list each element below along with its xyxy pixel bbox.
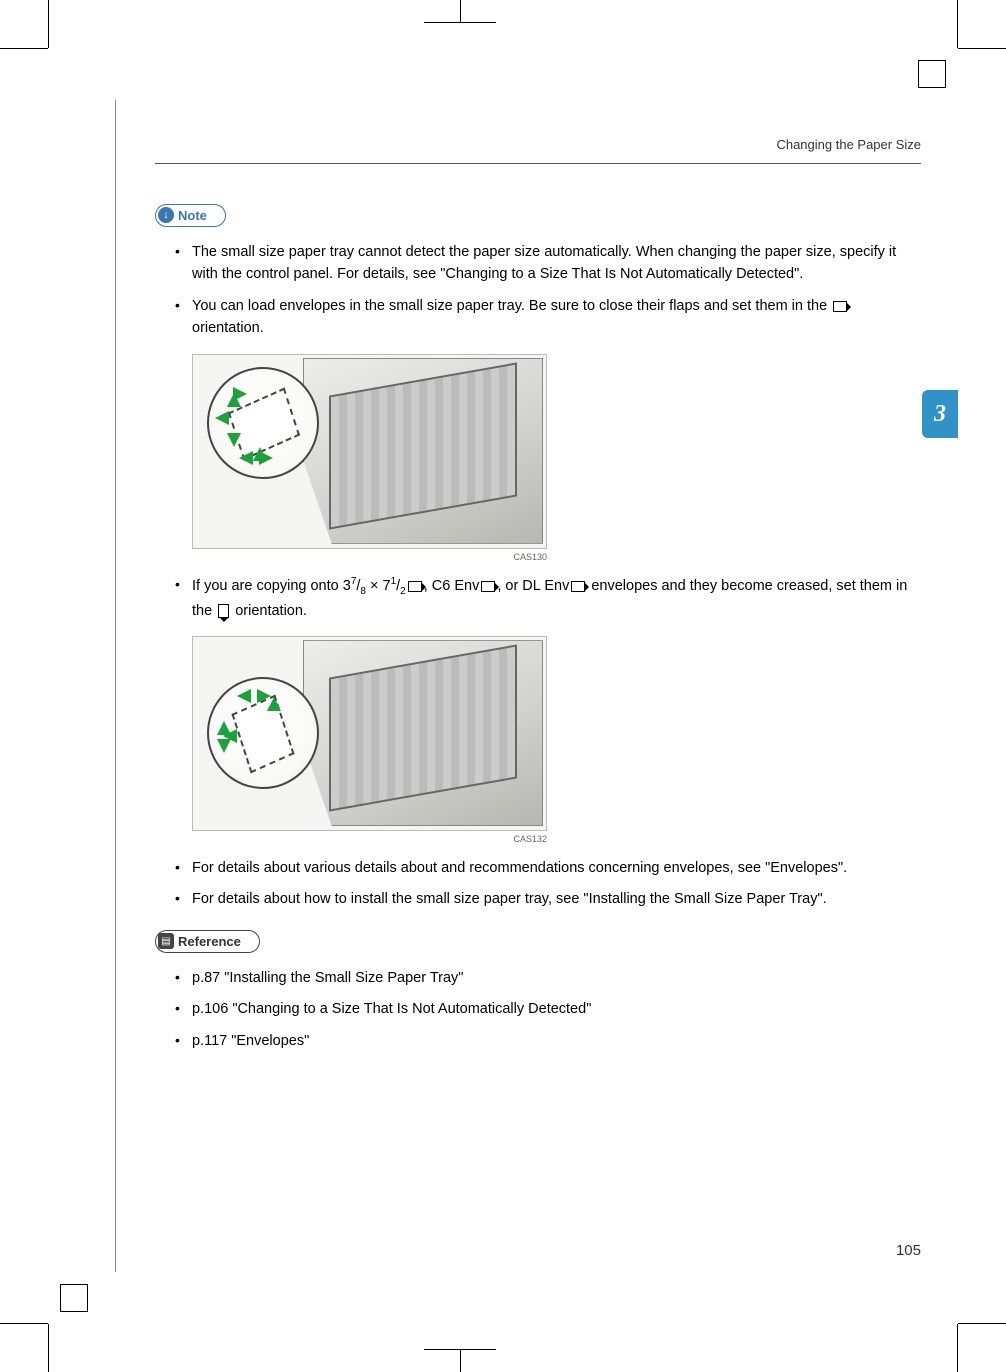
down-arrow-icon: ↓ xyxy=(158,207,174,223)
list-item: You can load envelopes in the small size… xyxy=(175,295,921,340)
page-body: Changing the Paper Size ↓ Note The small… xyxy=(155,135,921,1061)
note-list-2: If you are copying onto 37/8 × 71/2, C6 … xyxy=(155,574,921,622)
note-badge: ↓ Note xyxy=(155,204,226,228)
list-item: p.106 "Changing to a Size That Is Not Au… xyxy=(175,998,921,1020)
crop-mark xyxy=(0,1323,48,1324)
arrow-left-icon xyxy=(237,689,251,703)
figure-caption: CAS130 xyxy=(192,551,547,565)
arrow-up-icon xyxy=(227,393,241,407)
chapter-tab: 3 xyxy=(922,390,958,438)
figure-caption: CAS132 xyxy=(192,833,547,847)
crop-mark xyxy=(424,1349,496,1350)
tray-illustration xyxy=(303,640,543,826)
crop-mark xyxy=(48,1324,49,1372)
list-item: p.87 "Installing the Small Size Paper Tr… xyxy=(175,967,921,989)
running-header: Changing the Paper Size xyxy=(155,135,921,164)
crop-mark xyxy=(424,22,496,23)
arrow-up-icon xyxy=(253,447,267,461)
margin-guide xyxy=(115,100,116,1272)
crop-mark xyxy=(0,48,48,49)
landscape-orientation-icon xyxy=(833,301,847,312)
crop-mark xyxy=(957,0,958,48)
paper-sheet-icon xyxy=(231,695,294,774)
callout-circle xyxy=(207,677,319,789)
landscape-orientation-icon xyxy=(571,581,585,592)
list-item: The small size paper tray cannot detect … xyxy=(175,241,921,286)
landscape-orientation-icon xyxy=(481,581,495,592)
callout-circle xyxy=(207,367,319,479)
crop-box xyxy=(918,60,946,88)
book-icon: ▤ xyxy=(158,933,174,949)
landscape-orientation-icon xyxy=(408,581,422,592)
crop-mark xyxy=(48,0,49,48)
crop-mark xyxy=(958,1323,1006,1324)
list-item: If you are copying onto 37/8 × 71/2, C6 … xyxy=(175,574,921,622)
note-label: Note xyxy=(178,206,207,226)
arrow-left-icon xyxy=(215,411,229,425)
crop-mark xyxy=(958,48,1006,49)
list-item: For details about how to install the sma… xyxy=(175,888,921,910)
note-list-3: For details about various details about … xyxy=(155,857,921,911)
arrow-left-icon xyxy=(223,729,237,743)
page-number: 105 xyxy=(896,1240,921,1263)
arrow-down-icon xyxy=(227,433,241,447)
arrow-left-icon xyxy=(239,451,253,465)
crop-mark xyxy=(460,1350,461,1372)
crop-mark xyxy=(460,0,461,22)
note-list: The small size paper tray cannot detect … xyxy=(155,241,921,340)
reference-badge: ▤ Reference xyxy=(155,930,260,954)
reference-list: p.87 "Installing the Small Size Paper Tr… xyxy=(155,967,921,1052)
figure-box xyxy=(192,636,547,831)
list-item: For details about various details about … xyxy=(175,857,921,879)
portrait-orientation-icon xyxy=(218,604,229,618)
list-item: p.117 "Envelopes" xyxy=(175,1030,921,1052)
arrow-up-icon xyxy=(267,697,281,711)
crop-mark xyxy=(957,1324,958,1372)
figure-1: CAS130 xyxy=(192,354,921,565)
figure-2: CAS132 xyxy=(192,636,921,847)
figure-box xyxy=(192,354,547,549)
tray-illustration xyxy=(303,358,543,544)
reference-label: Reference xyxy=(178,932,241,952)
crop-box xyxy=(60,1284,88,1312)
